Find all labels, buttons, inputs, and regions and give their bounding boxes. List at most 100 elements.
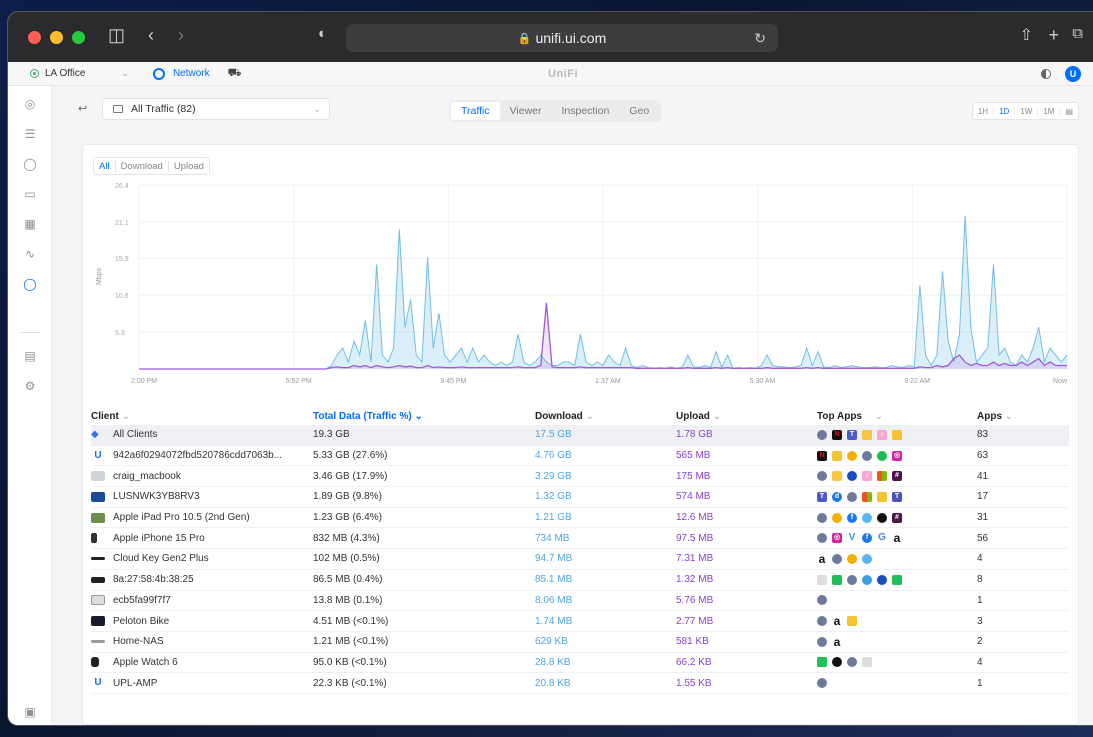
cloud-app-icon[interactable]: [862, 553, 872, 564]
range-1d[interactable]: 1D: [994, 106, 1016, 116]
venmo-app-icon[interactable]: V: [847, 533, 857, 544]
table-row[interactable]: Cloud Key Gen2 Plus 102 MB (0.5%) 94.7 MB 7…: [91, 549, 1069, 570]
avatar[interactable]: U: [1065, 65, 1081, 82]
google-app-icon[interactable]: G: [877, 533, 887, 544]
chrome-app-icon[interactable]: [847, 553, 857, 564]
tab-geo[interactable]: Geo: [619, 102, 659, 120]
lock-app-icon[interactable]: [877, 491, 887, 502]
shield-app-icon[interactable]: [862, 450, 872, 461]
range-1h[interactable]: 1H: [973, 106, 995, 116]
calendar-icon[interactable]: ▤: [1060, 107, 1078, 116]
msteams-app-icon[interactable]: T: [892, 491, 902, 502]
refresh-icon[interactable]: ↩: [78, 102, 87, 115]
protect-app-icon[interactable]: ⛟: [228, 67, 242, 81]
dlink-app-icon[interactable]: [877, 574, 887, 585]
header-download[interactable]: Download ⌄: [535, 411, 676, 422]
amazon-app-icon[interactable]: a: [832, 636, 842, 648]
tab-overview-icon[interactable]: ⧉: [1072, 25, 1083, 42]
table-row[interactable]: U UPL-AMP 22.3 KB (<0.1%) 20.8 KB 1.55 KB 1: [91, 673, 1069, 694]
chrome-app-icon[interactable]: [847, 450, 857, 461]
header-apps[interactable]: Apps ⌄: [977, 411, 1037, 422]
theme-toggle-icon[interactable]: [1041, 68, 1051, 79]
header-client[interactable]: Client ⌄: [91, 411, 313, 422]
logs-icon[interactable]: ▤: [22, 348, 38, 364]
shield-app-icon[interactable]: [817, 636, 827, 647]
privacy-shield-icon[interactable]: ◐: [318, 25, 327, 42]
devices-icon[interactable]: ◯: [22, 156, 38, 172]
cloud-app-icon[interactable]: [862, 512, 872, 523]
amazon-app-icon[interactable]: a: [817, 553, 827, 565]
gray-app-icon[interactable]: [862, 657, 872, 668]
close-window-button[interactable]: [28, 30, 41, 44]
amazon-app-icon[interactable]: a: [892, 532, 902, 544]
address-bar[interactable]: 🔒 unifi.ui.com ↻: [346, 24, 778, 52]
itunes-app-icon[interactable]: ♪: [877, 429, 887, 440]
teams-app-icon[interactable]: T: [847, 429, 857, 440]
slack-app-icon[interactable]: #: [892, 512, 902, 523]
table-row[interactable]: U 942a6f0294072fbd520786cdd7063b... 5.33 G…: [91, 446, 1069, 467]
header-upload[interactable]: Upload ⌄: [676, 411, 817, 422]
slack-app-icon[interactable]: #: [892, 471, 902, 482]
table-row[interactable]: Home-NAS 1.21 MB (<0.1%) 629 KB 581 KB a 2: [91, 632, 1069, 653]
chart-tab-upload[interactable]: Upload: [169, 161, 209, 172]
header-top-apps[interactable]: Top Apps ⌄: [817, 411, 977, 422]
help-icon[interactable]: ▣: [22, 704, 38, 720]
tab-traffic[interactable]: Traffic: [451, 102, 500, 120]
shield-app-icon[interactable]: [817, 678, 827, 689]
shield-app-icon[interactable]: [817, 616, 827, 627]
netflix-app-icon[interactable]: N: [832, 429, 842, 440]
globe-app-icon[interactable]: [862, 574, 872, 585]
topology-icon[interactable]: ☰: [22, 126, 38, 142]
table-row[interactable]: LUSNWK3YB8RV3 1.89 GB (9.8%) 1.32 GB 574 MB…: [91, 487, 1069, 508]
shield-app-icon[interactable]: [817, 595, 827, 606]
shield-app-icon[interactable]: [832, 553, 842, 564]
header-total-data[interactable]: Total Data (Traffic %) ⌄: [313, 411, 535, 422]
chrome-app-icon[interactable]: [832, 512, 842, 523]
green-app-icon[interactable]: [832, 574, 842, 585]
site-selector[interactable]: LA Office ⌄: [30, 68, 129, 79]
spotify-app-icon[interactable]: [877, 450, 887, 461]
table-row[interactable]: ecb5fa99f7f7 13.8 MB (0.1%) 8.06 MB 5.76 MB…: [91, 591, 1069, 612]
folder-app-icon[interactable]: [862, 429, 872, 440]
fb-app-icon[interactable]: f: [862, 533, 872, 544]
ports-icon[interactable]: ▦: [22, 216, 38, 232]
shield-app-icon[interactable]: [817, 533, 827, 544]
shield-app-icon[interactable]: [817, 429, 827, 440]
maximize-window-button[interactable]: [72, 30, 85, 44]
amazon-app-icon[interactable]: a: [832, 615, 842, 627]
table-row[interactable]: Apple iPad Pro 10.5 (2nd Gen) 1.23 GB (6.…: [91, 508, 1069, 529]
table-row[interactable]: ◆ All Clients 19.3 GB 17.5 GB 1.78 GB N T ♪ 83: [91, 425, 1069, 446]
traffic-filter-select[interactable]: All Traffic (82) ⌄: [102, 98, 330, 120]
table-row[interactable]: Peloton Bike 4.51 MB (<0.1%) 1.74 MB 2.77 M…: [91, 611, 1069, 632]
instagram-app-icon[interactable]: ◎: [832, 533, 842, 544]
apple-app-icon[interactable]: [832, 657, 842, 668]
dashboard-icon[interactable]: ◎: [22, 96, 38, 112]
table-row[interactable]: craig_macbook 3.46 GB (17.9%) 3.29 GB 175 M…: [91, 466, 1069, 488]
tab-inspection[interactable]: Inspection: [552, 102, 620, 120]
shield-app-icon[interactable]: [847, 657, 857, 668]
shield-app-icon[interactable]: [847, 574, 857, 585]
network-app-tab[interactable]: Network: [152, 67, 210, 80]
ms-app-icon[interactable]: [862, 491, 872, 502]
settings-icon[interactable]: ⚙: [22, 378, 38, 394]
blue-app-icon[interactable]: d: [832, 491, 842, 502]
new-tab-icon[interactable]: +: [1048, 25, 1059, 46]
fb-app-icon[interactable]: f: [847, 512, 857, 523]
shield-app-icon[interactable]: [847, 491, 857, 502]
lock-app-icon[interactable]: [892, 429, 902, 440]
reload-icon[interactable]: ↻: [754, 30, 766, 47]
shield-app-icon[interactable]: [817, 512, 827, 523]
tab-viewer[interactable]: Viewer: [500, 102, 552, 120]
teams-app-icon[interactable]: T: [817, 491, 827, 502]
forward-icon[interactable]: ›: [178, 25, 184, 46]
back-icon[interactable]: ‹: [148, 25, 154, 46]
folder-app-icon[interactable]: [832, 471, 842, 482]
sidebar-toggle-icon[interactable]: ◫: [108, 25, 125, 46]
clients-icon[interactable]: ▭: [22, 186, 38, 202]
table-row[interactable]: 8a:27:58:4b:38:25 86.5 MB (0.4%) 85.1 MB 1.…: [91, 570, 1069, 591]
lock-app-icon[interactable]: [847, 616, 857, 627]
netflix-app-icon[interactable]: N: [817, 450, 827, 461]
itunes-app-icon[interactable]: ♪: [862, 471, 872, 482]
dlink-app-icon[interactable]: [847, 471, 857, 482]
traffic-icon[interactable]: ◯: [22, 276, 38, 292]
